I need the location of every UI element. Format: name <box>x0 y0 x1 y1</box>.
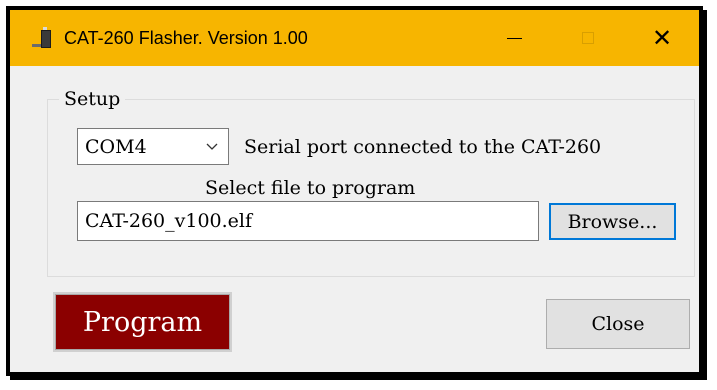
close-window-button[interactable]: ✕ <box>625 10 699 66</box>
minimize-icon <box>506 37 522 39</box>
title-bar[interactable]: CAT-260 Flasher. Version 1.00 ✕ <box>10 10 699 66</box>
window-title: CAT-260 Flasher. Version 1.00 <box>64 27 308 48</box>
serial-port-label: Serial port connected to the CAT-260 <box>244 136 602 158</box>
close-button[interactable]: Close <box>546 299 690 349</box>
chip-programmer-icon <box>32 27 54 49</box>
file-path-input[interactable] <box>77 201 539 241</box>
serial-port-value: COM4 <box>85 135 147 158</box>
minimize-button[interactable] <box>477 10 551 66</box>
program-button[interactable]: Program <box>55 294 230 350</box>
browse-button[interactable]: Browse... <box>549 203 676 240</box>
maximize-button[interactable] <box>551 10 625 66</box>
setup-legend: Setup <box>59 89 126 109</box>
close-icon: ✕ <box>651 24 673 52</box>
maximize-icon <box>582 32 594 44</box>
chevron-down-icon <box>206 143 218 150</box>
serial-port-dropdown[interactable]: COM4 <box>77 128 229 165</box>
file-select-label: Select file to program <box>205 177 416 199</box>
window-controls: ✕ <box>477 10 699 66</box>
